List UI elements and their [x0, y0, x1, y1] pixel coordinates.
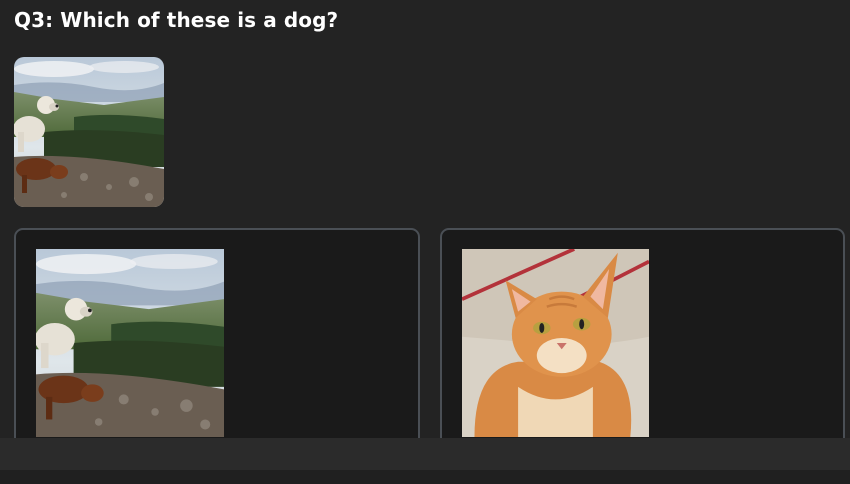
dogs-on-mountain-image: [14, 57, 164, 207]
choice-image: [462, 249, 649, 437]
question-title: Q3: Which of these is a dog?: [14, 8, 339, 32]
bottom-strip: [0, 470, 850, 484]
choice-card-cat[interactable]: [440, 228, 845, 458]
dogs-on-mountain-image: [36, 249, 224, 437]
prompt-image: [14, 57, 164, 207]
choice-card-dog[interactable]: [14, 228, 420, 458]
choice-image: [36, 249, 224, 437]
bottom-bar: [0, 438, 850, 470]
orange-cat-image: [462, 249, 649, 437]
